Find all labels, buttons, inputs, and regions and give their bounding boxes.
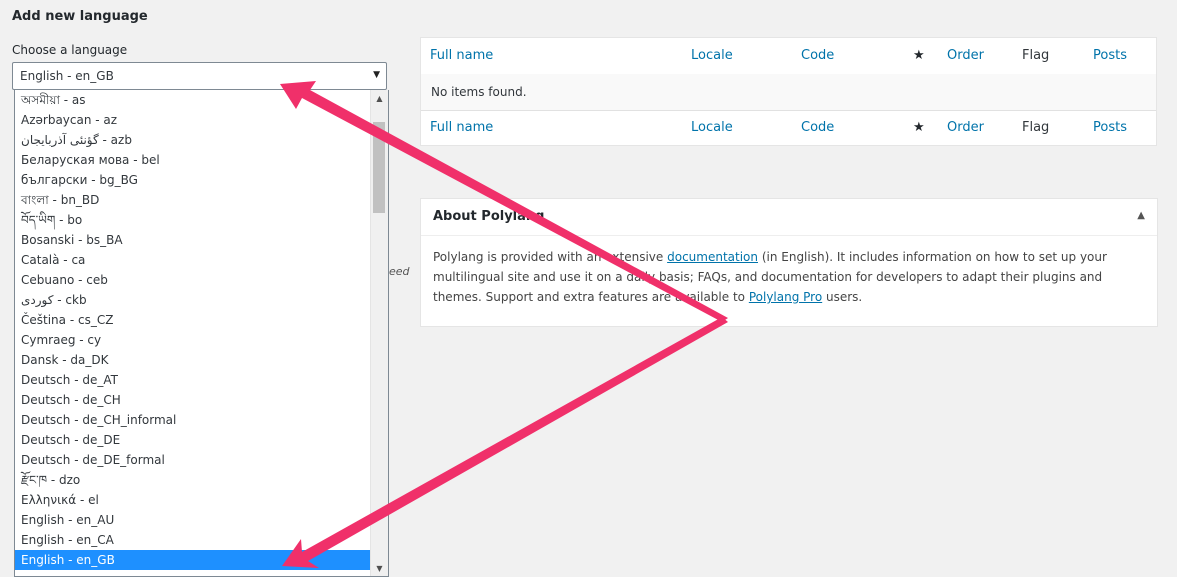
column-locale[interactable]: Locale xyxy=(691,48,733,63)
dropdown-option[interactable]: བོད་ཡིག - bo xyxy=(15,210,372,230)
dropdown-option[interactable]: Català - ca xyxy=(15,250,372,270)
dropdown-option[interactable]: Bosanski - bs_BA xyxy=(15,230,372,250)
dropdown-option[interactable]: English - en_AU xyxy=(15,510,372,530)
documentation-link[interactable]: documentation xyxy=(667,250,758,264)
footer-column-order[interactable]: Order xyxy=(947,120,984,135)
column-full-name[interactable]: Full name xyxy=(430,48,493,63)
footer-column-locale[interactable]: Locale xyxy=(691,120,733,135)
collapse-arrow-icon[interactable]: ▲ xyxy=(1137,210,1145,221)
language-select[interactable]: English - en_GB ▼ xyxy=(12,62,387,90)
about-text-3: users. xyxy=(822,290,863,304)
dropdown-option[interactable]: Deutsch - de_DE_formal xyxy=(15,450,372,470)
section-title: Add new language xyxy=(12,9,148,24)
footer-column-full-name[interactable]: Full name xyxy=(430,120,493,135)
dropdown-option[interactable]: অসমীয়া - as xyxy=(15,90,372,110)
dropdown-option[interactable]: Deutsch - de_DE xyxy=(15,430,372,450)
add-language-panel: Add new language Choose a language Engli… xyxy=(0,0,410,577)
dropdown-option[interactable]: Ελληνικά - el xyxy=(15,490,372,510)
dropdown-option[interactable]: български - bg_BG xyxy=(15,170,372,190)
background-text-fragment: eed xyxy=(389,265,410,278)
dropdown-option[interactable]: گؤنئی آذربایجان - azb xyxy=(15,130,372,150)
dropdown-option[interactable]: English - en_CA xyxy=(15,530,372,550)
footer-column-flag: Flag xyxy=(1022,120,1050,135)
languages-table: Full name Locale Code ★ Order Flag Posts… xyxy=(420,37,1157,146)
star-icon: ★ xyxy=(913,48,925,63)
dropdown-option[interactable]: Deutsch - de_CH xyxy=(15,390,372,410)
table-header-row: Full name Locale Code ★ Order Flag Posts xyxy=(421,38,1156,75)
scroll-down-arrow-icon[interactable]: ▼ xyxy=(371,560,388,576)
scroll-thumb[interactable] xyxy=(373,122,385,213)
table-footer-row: Full name Locale Code ★ Order Flag Posts xyxy=(421,110,1156,146)
language-select-value: English - en_GB xyxy=(20,69,114,83)
dropdown-option[interactable]: Dansk - da_DK xyxy=(15,350,372,370)
column-code[interactable]: Code xyxy=(801,48,834,63)
dropdown-option[interactable]: Deutsch - de_AT xyxy=(15,370,372,390)
about-polylang-box: About Polylang ▲ Polylang is provided wi… xyxy=(420,198,1158,327)
about-text-1: Polylang is provided with an extensive xyxy=(433,250,668,264)
footer-column-code[interactable]: Code xyxy=(801,120,834,135)
footer-column-posts[interactable]: Posts xyxy=(1093,120,1127,135)
chevron-down-icon[interactable]: ▼ xyxy=(373,70,380,80)
dropdown-option[interactable]: English - en_GB xyxy=(15,550,372,570)
column-order[interactable]: Order xyxy=(947,48,984,63)
column-flag: Flag xyxy=(1022,48,1050,63)
dropdown-options: অসমীয়া - as Azərbaycan - az گؤنئی آذربایج… xyxy=(15,90,372,570)
column-posts[interactable]: Posts xyxy=(1093,48,1127,63)
dropdown-option[interactable]: Cymraeg - cy xyxy=(15,330,372,350)
polylang-pro-link[interactable]: Polylang Pro xyxy=(749,290,822,304)
no-items-message: No items found. xyxy=(431,85,527,99)
about-title: About Polylang xyxy=(433,209,545,224)
footer-star-icon: ★ xyxy=(913,120,925,135)
choose-language-label: Choose a language xyxy=(12,43,128,57)
dropdown-option[interactable]: Беларуская мова - bel xyxy=(15,150,372,170)
dropdown-option[interactable]: Cebuano - ceb xyxy=(15,270,372,290)
dropdown-option[interactable]: বাংলা - bn_BD xyxy=(15,190,372,210)
about-header[interactable]: About Polylang ▲ xyxy=(421,199,1157,236)
dropdown-option[interactable]: Deutsch - de_CH_informal xyxy=(15,410,372,430)
dropdown-option[interactable]: རྫོང་ཁ - dzo xyxy=(15,470,372,490)
about-description: Polylang is provided with an extensive d… xyxy=(433,247,1146,307)
language-dropdown-list[interactable]: অসমীয়া - as Azərbaycan - az گؤنئی آذربایج… xyxy=(14,90,389,577)
table-row: No items found. xyxy=(421,74,1156,111)
dropdown-option[interactable]: Azərbaycan - az xyxy=(15,110,372,130)
dropdown-option[interactable]: Čeština - cs_CZ xyxy=(15,310,372,330)
dropdown-option[interactable]: كوردی - ckb xyxy=(15,290,372,310)
scroll-up-arrow-icon[interactable]: ▲ xyxy=(371,90,388,107)
dropdown-scrollbar[interactable]: ▲ ▼ xyxy=(370,90,388,576)
